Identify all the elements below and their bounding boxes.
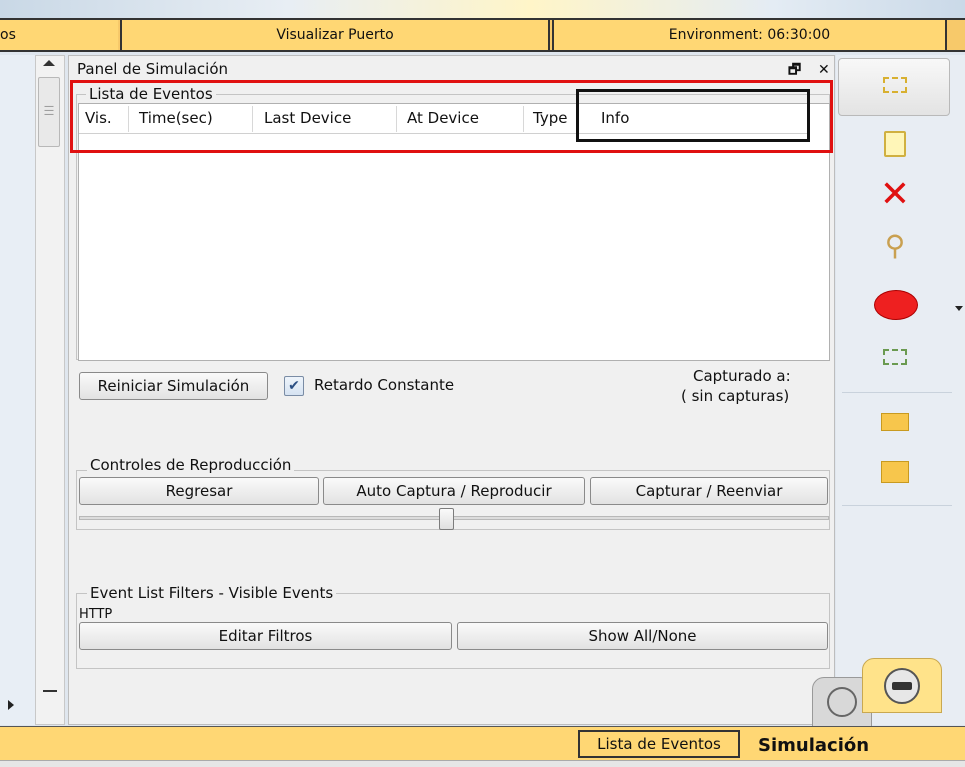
stopwatch-icon [884, 667, 920, 704]
add-complex-pdu-icon[interactable] [878, 455, 912, 489]
captured-to-value: ( sin capturas) [681, 387, 790, 405]
constant-delay-label: Retardo Constante [314, 376, 455, 394]
resize-icon[interactable] [878, 340, 912, 374]
window-top-strip [0, 0, 965, 18]
toolbar-separator [842, 392, 952, 393]
back-button[interactable]: Regresar [79, 477, 319, 505]
toolbar-separator [842, 505, 952, 506]
playback-controls-legend: Controles de Reproducción [87, 456, 295, 474]
panel-title: Panel de Simulación [77, 60, 229, 78]
grip-icon: — — — [44, 101, 54, 120]
reset-simulation-button[interactable]: Reiniciar Simulación [79, 372, 268, 400]
left-pane [0, 55, 35, 725]
chevron-down-icon[interactable] [955, 306, 963, 311]
simulation-mode-label: Simulación [758, 735, 870, 756]
scroll-up-arrow-icon[interactable] [43, 60, 55, 66]
select-icon[interactable] [878, 68, 912, 102]
constant-delay-checkbox[interactable]: ✔ [284, 376, 304, 396]
view-port-button[interactable]: Visualizar Puerto [120, 20, 550, 50]
check-icon: ✔ [288, 378, 300, 394]
vertical-scrollbar[interactable] [35, 55, 65, 725]
event-filters-legend: Event List Filters - Visible Events [87, 584, 337, 602]
environment-label: Environment: 06:30:00 [668, 27, 831, 43]
inspect-icon[interactable]: ⚲ [878, 228, 912, 262]
environment-button[interactable]: Environment: 06:30:00 [552, 20, 947, 50]
edit-filters-button[interactable]: Editar Filtros [79, 622, 452, 650]
delete-icon[interactable]: ✕ [878, 177, 912, 213]
captured-to-label: Capturado a: [693, 367, 791, 385]
top-bar-left-cell[interactable]: os [0, 20, 118, 50]
view-port-label: Visualizar Puerto [276, 27, 394, 43]
show-all-none-button[interactable]: Show All/None [457, 622, 828, 650]
capture-forward-button[interactable]: Capturar / Reenviar [590, 477, 828, 505]
visible-protocols: HTTP [79, 607, 113, 622]
draw-ellipse-icon[interactable] [873, 288, 919, 322]
playback-speed-slider-thumb[interactable] [439, 508, 455, 530]
highlight-black-box [576, 89, 810, 142]
clock-icon [827, 687, 857, 717]
event-list-tab[interactable]: Lista de Eventos [578, 730, 740, 758]
note-icon[interactable] [878, 127, 912, 161]
add-simple-pdu-icon[interactable] [878, 405, 912, 439]
simulation-mode-tab[interactable] [862, 658, 942, 713]
auto-capture-play-button[interactable]: Auto Captura / Reproducir [323, 477, 585, 505]
collapse-arrow-icon[interactable] [8, 700, 14, 710]
bottom-strip [0, 760, 965, 767]
scroll-down-arrow-icon[interactable] [43, 690, 57, 692]
top-bar-left-label: os [0, 27, 16, 43]
